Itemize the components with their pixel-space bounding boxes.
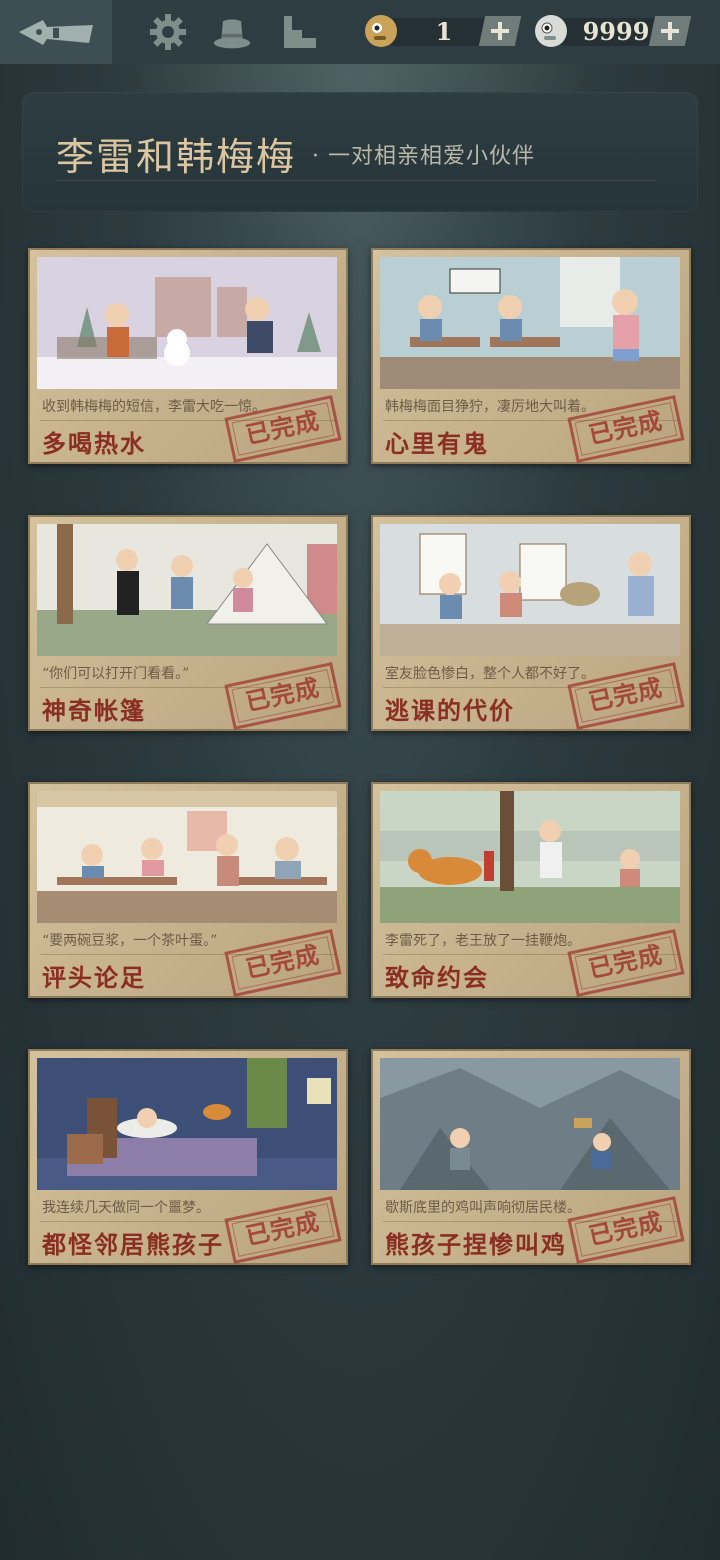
add-left-button[interactable] [478, 16, 522, 46]
top-bar: 1 9999 [0, 0, 720, 64]
stairs-icon[interactable] [280, 12, 320, 52]
counter-left: 1 [364, 14, 522, 48]
level-card[interactable]: 我连续几天做同一个噩梦。 都怪邻居熊孩子 已完成 [28, 1049, 348, 1265]
level-name: 都怪邻居熊孩子 [42, 1230, 224, 1259]
level-illustration [380, 257, 680, 389]
level-caption: 歇斯底里的鸡叫声响彻居民楼。 [385, 1200, 581, 1216]
coin-character-icon [535, 15, 567, 47]
level-name: 评头论足 [42, 963, 146, 992]
level-name: 心里有鬼 [385, 429, 489, 458]
level-caption: 我连续几天做同一个噩梦。 [42, 1200, 210, 1216]
level-name: 熊孩子捏惨叫鸡 [385, 1230, 567, 1259]
counter-right: 9999 [534, 14, 692, 48]
chapter-title: 李雷和韩梅梅 [56, 135, 297, 179]
level-illustration [37, 791, 337, 923]
coin-character-icon [365, 15, 397, 47]
level-illustration [380, 791, 680, 923]
level-name: 逃课的代价 [385, 696, 515, 725]
level-caption: “你们可以打开门看看。” [42, 666, 190, 682]
level-name: 致命约会 [385, 963, 489, 992]
level-caption: 李雷死了，老王放了一挂鞭炮。 [385, 933, 581, 949]
level-illustration [380, 524, 680, 656]
level-name: 神奇帐篷 [42, 696, 146, 725]
gear-icon[interactable] [148, 12, 188, 52]
back-pen-icon [19, 20, 93, 45]
back-button[interactable] [0, 0, 112, 64]
counter-left-value: 1 [435, 17, 453, 46]
level-card[interactable]: 李雷死了，老王放了一挂鞭炮。 致命约会 已完成 [371, 782, 691, 998]
level-card[interactable]: 歇斯底里的鸡叫声响彻居民楼。 熊孩子捏惨叫鸡 已完成 [371, 1049, 691, 1265]
level-illustration [380, 1058, 680, 1190]
counter-right-value: 9999 [582, 17, 650, 46]
level-caption: 韩梅梅面目狰狞，凄厉地大叫着。 [385, 399, 595, 415]
level-card[interactable]: 收到韩梅梅的短信，李雷大吃一惊。 多喝热水 已完成 [28, 248, 348, 464]
level-name: 多喝热水 [42, 429, 146, 458]
level-card[interactable]: “要两碗豆浆，一个茶叶蛋。” 评头论足 已完成 [28, 782, 348, 998]
hat-icon[interactable] [212, 12, 252, 52]
add-right-button[interactable] [648, 16, 692, 46]
level-illustration [37, 1058, 337, 1190]
level-illustration [37, 257, 337, 389]
chapter-subtitle: · 一对相亲相爱小伙伴 [312, 144, 535, 169]
level-illustration [37, 524, 337, 656]
chapter-title-panel: 李雷和韩梅梅 · 一对相亲相爱小伙伴 [22, 92, 698, 212]
level-caption: “要两碗豆浆，一个茶叶蛋。” [42, 933, 218, 949]
level-card[interactable]: 韩梅梅面目狰狞，凄厉地大叫着。 心里有鬼 已完成 [371, 248, 691, 464]
level-card[interactable]: “你们可以打开门看看。” 神奇帐篷 已完成 [28, 515, 348, 731]
level-caption: 收到韩梅梅的短信，李雷大吃一惊。 [42, 399, 266, 415]
level-card[interactable]: 室友脸色惨白，整个人都不好了。 逃课的代价 已完成 [371, 515, 691, 731]
title-divider [56, 180, 656, 181]
level-caption: 室友脸色惨白，整个人都不好了。 [385, 666, 595, 682]
